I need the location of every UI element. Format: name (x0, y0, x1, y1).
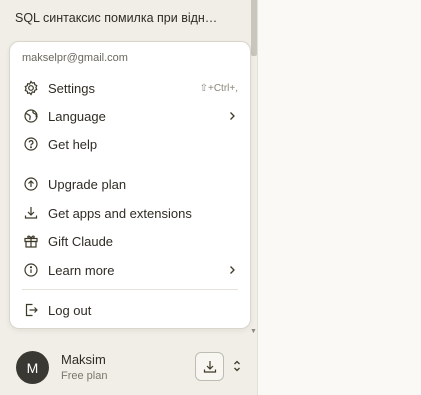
log-out-menu-item[interactable]: Log out (14, 297, 246, 323)
scroll-down-arrow-icon[interactable]: ▼ (250, 328, 257, 335)
chevron-right-icon (226, 264, 238, 276)
download-app-button[interactable] (195, 352, 224, 381)
language-menu-item[interactable]: Language (14, 103, 246, 129)
arrow-up-circle-icon (23, 176, 39, 192)
settings-menu-item[interactable]: Settings ⇧+Ctrl+, (14, 75, 246, 101)
globe-icon (23, 108, 39, 124)
avatar[interactable]: M (16, 351, 49, 384)
question-circle-icon (23, 136, 39, 152)
account-plan: Free plan (61, 370, 108, 382)
account-footer[interactable]: M Maksim Free plan (0, 339, 257, 395)
chevron-up-down-icon[interactable] (231, 358, 243, 374)
settings-label: Settings (48, 80, 95, 96)
gift-claude-label: Gift Claude (48, 233, 114, 249)
log-out-label: Log out (48, 302, 92, 318)
gear-icon (23, 80, 39, 96)
learn-more-menu-item[interactable]: Learn more (14, 257, 246, 283)
learn-more-label: Learn more (48, 262, 115, 278)
sidebar: SQL синтаксис помилка при відн… ▼ maksel… (0, 0, 258, 395)
account-email: makselpr@gmail.com (22, 52, 128, 64)
upgrade-plan-label: Upgrade plan (48, 176, 127, 192)
logout-icon (23, 302, 39, 318)
info-circle-icon (23, 262, 39, 278)
get-help-menu-item[interactable]: Get help (14, 131, 246, 157)
download-icon (23, 205, 39, 221)
gift-claude-menu-item[interactable]: Gift Claude (14, 228, 246, 254)
menu-divider (22, 289, 238, 290)
account-menu: makselpr@gmail.com Settings ⇧+Ctrl+, Lan… (9, 41, 251, 329)
upgrade-plan-menu-item[interactable]: Upgrade plan (14, 171, 246, 197)
get-apps-label: Get apps and extensions (48, 205, 192, 221)
language-label: Language (48, 108, 106, 124)
get-apps-menu-item[interactable]: Get apps and extensions (14, 200, 246, 226)
gift-icon (23, 233, 39, 249)
get-help-label: Get help (48, 136, 98, 152)
chevron-right-icon (226, 110, 238, 122)
scrollbar-thumb[interactable] (251, 0, 257, 56)
download-icon (203, 360, 216, 373)
account-name: Maksim (61, 352, 106, 367)
conversation-item[interactable]: SQL синтаксис помилка при відн… (15, 11, 227, 25)
settings-shortcut: ⇧+Ctrl+, (199, 82, 238, 94)
